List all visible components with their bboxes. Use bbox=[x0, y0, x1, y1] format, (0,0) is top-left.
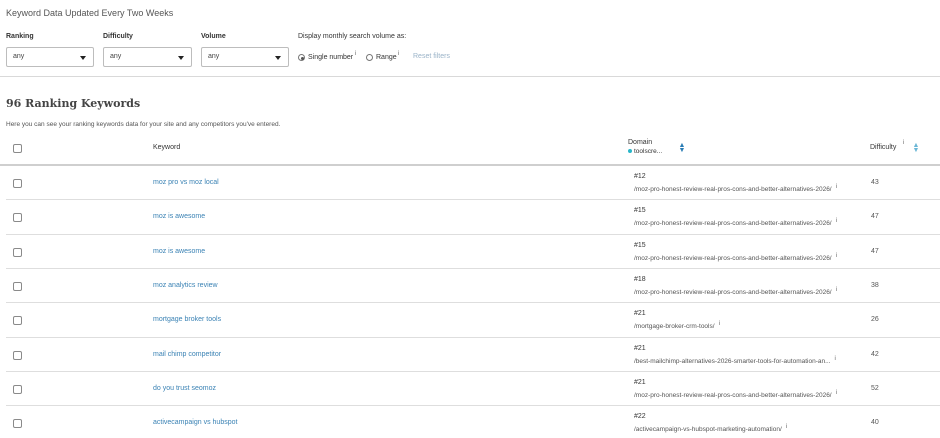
row-divider bbox=[6, 370, 940, 372]
info-icon[interactable]: i bbox=[719, 321, 720, 327]
keyword-link[interactable]: moz analytics review bbox=[153, 282, 218, 289]
domain-subheader: toolscre... bbox=[628, 148, 662, 155]
chevron-down-icon bbox=[178, 56, 184, 60]
keyword-link[interactable]: moz is awesome bbox=[153, 248, 205, 255]
info-icon[interactable]: i bbox=[836, 184, 837, 190]
filters-divider bbox=[0, 76, 940, 77]
rank-value: #15 bbox=[634, 241, 646, 249]
ranking-url[interactable]: /mortgage-broker-crm-tools/i bbox=[634, 321, 720, 330]
ranking-select[interactable]: any bbox=[6, 47, 94, 67]
row-checkbox[interactable] bbox=[13, 384, 22, 394]
difficulty-value: 47 bbox=[871, 213, 879, 221]
row-checkbox[interactable] bbox=[13, 179, 22, 188]
chevron-down-icon bbox=[275, 56, 281, 60]
row-checkbox[interactable] bbox=[13, 213, 22, 223]
volume-select[interactable]: any bbox=[201, 47, 289, 67]
ranking-url[interactable]: /moz-pro-honest-review-real-pros-cons-an… bbox=[634, 287, 837, 296]
row-divider bbox=[6, 302, 940, 304]
keyword-link[interactable]: activecampaign vs hubspot bbox=[153, 419, 237, 426]
range-radio[interactable] bbox=[366, 54, 373, 61]
page-title: Keyword Data Updated Every Two Weeks bbox=[6, 8, 174, 18]
difficulty-sort-icon[interactable]: ▲ ▼ bbox=[912, 142, 920, 154]
rank-value: #21 bbox=[634, 378, 646, 386]
row-checkbox[interactable] bbox=[13, 350, 22, 360]
row-checkbox[interactable] bbox=[13, 281, 22, 291]
keyword-column-header[interactable]: Keyword bbox=[153, 144, 180, 151]
rank-value: #21 bbox=[634, 310, 646, 318]
keyword-link[interactable]: mail chimp competitor bbox=[153, 351, 221, 358]
info-icon[interactable]: i bbox=[836, 253, 837, 259]
ranking-url[interactable]: /moz-pro-honest-review-real-pros-cons-an… bbox=[634, 184, 837, 193]
table-header-divider bbox=[0, 164, 940, 166]
info-icon[interactable]: i bbox=[355, 51, 356, 57]
ranking-url[interactable]: /moz-pro-honest-review-real-pros-cons-an… bbox=[634, 218, 837, 227]
difficulty-value: 42 bbox=[871, 350, 879, 358]
row-divider bbox=[6, 233, 940, 235]
ranking-url[interactable]: /activecampaign-vs-hubspot-marketing-aut… bbox=[634, 424, 787, 433]
ranking-filter-label: Ranking bbox=[6, 33, 34, 40]
row-divider bbox=[6, 199, 940, 201]
info-icon[interactable]: i bbox=[398, 51, 399, 57]
ranking-url[interactable]: /best-mailchimp-alternatives-2026-smarte… bbox=[634, 356, 836, 365]
keyword-link[interactable]: moz is awesome bbox=[153, 213, 205, 220]
volume-filter-label: Volume bbox=[201, 33, 226, 40]
range-label[interactable]: Range bbox=[376, 54, 397, 61]
difficulty-value: 52 bbox=[871, 384, 879, 392]
info-icon[interactable]: i bbox=[836, 218, 837, 224]
single-number-label[interactable]: Single number bbox=[308, 54, 353, 61]
rank-value: #15 bbox=[634, 207, 646, 215]
domain-color-dot bbox=[628, 149, 632, 154]
ranking-url[interactable]: /moz-pro-honest-review-real-pros-cons-an… bbox=[634, 390, 837, 399]
row-checkbox[interactable] bbox=[13, 419, 22, 429]
display-volume-label: Display monthly search volume as: bbox=[298, 33, 407, 40]
info-icon[interactable]: i bbox=[903, 140, 904, 146]
rank-value: #18 bbox=[634, 275, 646, 283]
row-checkbox[interactable] bbox=[13, 247, 22, 257]
reset-filters-link[interactable]: Reset filters bbox=[413, 53, 450, 60]
info-icon[interactable]: i bbox=[786, 424, 787, 430]
section-title: 96 Ranking Keywords bbox=[6, 97, 141, 110]
info-icon[interactable]: i bbox=[836, 390, 837, 396]
rank-value: #12 bbox=[634, 173, 646, 180]
row-checkbox[interactable] bbox=[13, 316, 22, 326]
difficulty-filter-label: Difficulty bbox=[103, 33, 133, 40]
row-divider bbox=[6, 405, 940, 407]
difficulty-value: 26 bbox=[871, 316, 879, 324]
difficulty-value: 43 bbox=[871, 179, 879, 186]
ranking-url[interactable]: /moz-pro-honest-review-real-pros-cons-an… bbox=[634, 253, 837, 262]
row-divider bbox=[6, 267, 940, 269]
rank-value: #22 bbox=[634, 413, 646, 421]
domain-column-header[interactable]: Domain bbox=[628, 139, 652, 146]
difficulty-select[interactable]: any bbox=[103, 47, 192, 67]
keyword-link[interactable]: do you trust seomoz bbox=[153, 385, 216, 392]
rank-value: #21 bbox=[634, 344, 646, 352]
keyword-link[interactable]: moz pro vs moz local bbox=[153, 179, 219, 186]
difficulty-value: 47 bbox=[871, 247, 879, 255]
row-divider bbox=[6, 336, 940, 338]
info-icon[interactable]: i bbox=[835, 356, 836, 362]
domain-sort-icon[interactable]: ▲ ▼ bbox=[678, 142, 686, 154]
single-number-radio[interactable] bbox=[298, 54, 305, 61]
ranking-select-value: any bbox=[13, 53, 25, 60]
chevron-down-icon bbox=[80, 56, 86, 60]
domain-sub-label: toolscre... bbox=[634, 148, 663, 155]
difficulty-value: 38 bbox=[871, 281, 879, 289]
volume-select-value: any bbox=[208, 53, 220, 60]
section-description: Here you can see your ranking keywords d… bbox=[6, 121, 281, 128]
difficulty-value: 40 bbox=[871, 419, 879, 427]
difficulty-column-header[interactable]: Difficulty bbox=[870, 144, 896, 151]
select-all-checkbox[interactable] bbox=[13, 144, 22, 153]
info-icon[interactable]: i bbox=[836, 287, 837, 293]
keyword-link[interactable]: mortgage broker tools bbox=[153, 316, 221, 323]
difficulty-select-value: any bbox=[110, 53, 122, 60]
